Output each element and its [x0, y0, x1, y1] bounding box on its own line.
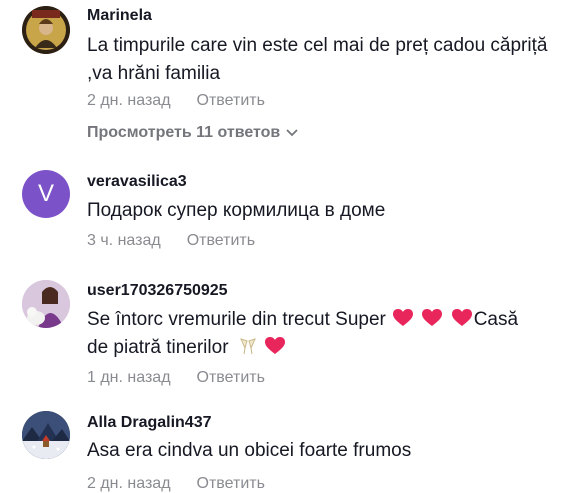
clinking-glasses-icon: [239, 338, 256, 355]
comment-text: La timpurile care vin este cel mai de pr…: [87, 35, 548, 84]
comment-text: Asa era cindva un obicei foarte frumos: [87, 440, 412, 461]
comment-meta: 2 дн. назад Ответить: [87, 92, 265, 110]
heart-icon: [451, 309, 472, 326]
avatar-letter: V: [37, 180, 54, 207]
comment-meta: 1 дн. назад Ответить: [87, 369, 265, 387]
comment-time: 2 дн. назад: [87, 475, 171, 492]
comment-meta: 2 дн. назад Ответить: [87, 475, 265, 493]
avatar[interactable]: [22, 280, 70, 328]
reply-button[interactable]: Ответить: [187, 232, 255, 249]
comment-time: 2 дн. назад: [87, 92, 171, 109]
comment-username[interactable]: Marinela: [87, 7, 152, 25]
view-replies-button[interactable]: Просмотреть 11 ответов: [87, 124, 298, 142]
heart-icon: [393, 309, 414, 326]
comment-time: 3 ч. назад: [87, 232, 161, 249]
chevron-down-icon: [286, 124, 298, 142]
comment-text: Подарок супер кормилица в доме: [87, 200, 386, 221]
avatar[interactable]: [22, 6, 70, 54]
reply-button[interactable]: Ответить: [197, 475, 265, 492]
heart-icon: [422, 309, 443, 326]
reply-button[interactable]: Ответить: [197, 369, 265, 386]
heart-icon: [265, 337, 286, 354]
comment-username[interactable]: veravasilica3: [87, 173, 187, 191]
comment-time: 1 дн. назад: [87, 369, 171, 386]
comment-meta: 3 ч. назад Ответить: [87, 232, 255, 250]
comment-username[interactable]: user170326750925: [87, 282, 228, 300]
comment-text-part: Se întorc vremurile din trecut Super: [87, 309, 386, 330]
avatar[interactable]: [22, 411, 70, 459]
avatar[interactable]: V: [22, 170, 70, 218]
comment-text-part: de piatră tinerilor: [87, 337, 229, 358]
comment-username[interactable]: Alla Dragalin437: [87, 414, 212, 432]
reply-button[interactable]: Ответить: [197, 92, 265, 109]
comment-text: Se întorc vremurile din trecut Super Cas…: [87, 306, 557, 362]
comment-text-part: Casă: [473, 309, 519, 330]
view-replies-label: Просмотреть 11 ответов: [87, 124, 281, 142]
